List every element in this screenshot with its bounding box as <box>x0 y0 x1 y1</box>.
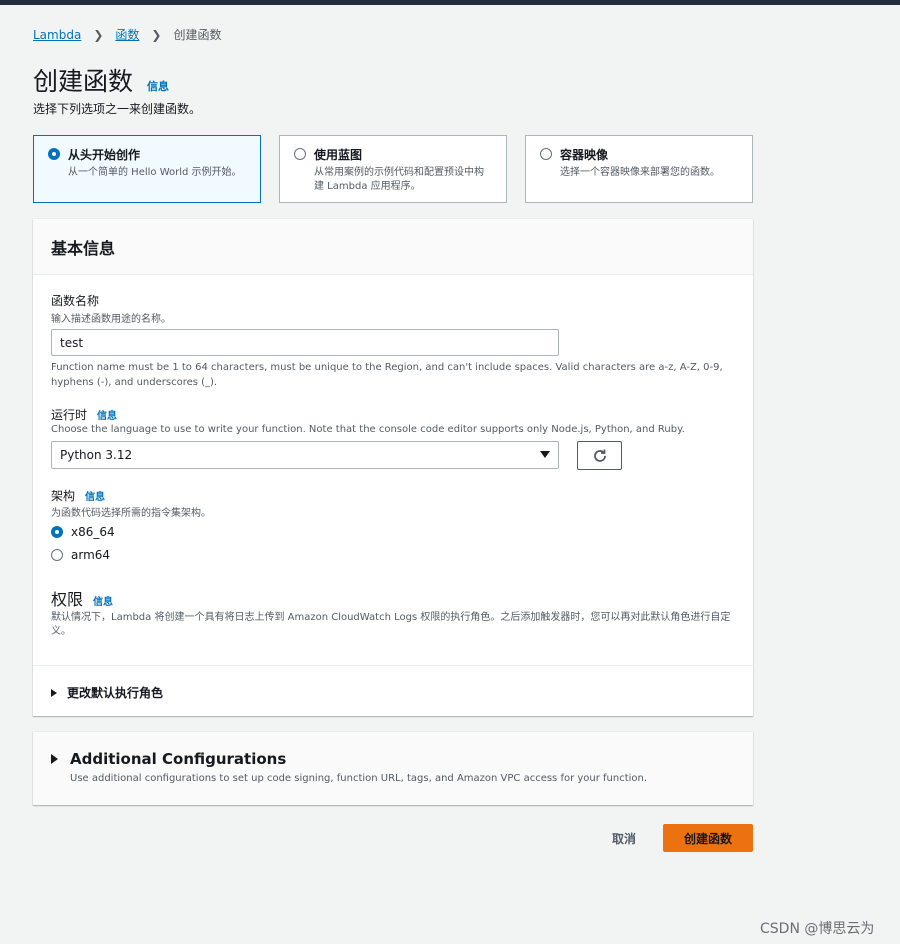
breadcrumb-lambda-link[interactable]: Lambda <box>33 28 81 42</box>
option-desc: 从常用案例的示例代码和配置预设中构建 Lambda 应用程序。 <box>314 167 484 192</box>
label-text: 函数名称 <box>51 294 100 308</box>
function-name-desc: 输入描述函数用途的名称。 <box>51 314 171 325</box>
radio-unselected-icon[interactable] <box>294 148 306 160</box>
expander-label: 更改默认执行角色 <box>67 686 164 700</box>
additional-desc: Use additional configurations to set up … <box>70 773 648 784</box>
permissions-title: 权限 <box>51 590 84 609</box>
runtime-value: Python 3.12 <box>60 448 133 462</box>
runtime-select[interactable]: Python 3.12 <box>51 441 559 469</box>
page-description: 选择下列选项之一来创建函数。 <box>33 102 202 116</box>
refresh-icon <box>593 449 606 462</box>
permissions-desc: 默认情况下，Lambda 将创建一个具有将日志上传到 Amazon CloudW… <box>51 612 731 637</box>
arch-option-arm64[interactable]: arm64 <box>51 548 110 562</box>
additional-configurations-panel[interactable]: Additional Configurations Use additional… <box>33 732 753 805</box>
option-desc: 从一个简单的 Hello World 示例开始。 <box>68 167 242 178</box>
option-title: 使用蓝图 <box>314 148 363 162</box>
function-name-input[interactable] <box>51 329 559 356</box>
page-title: 创建函数 <box>33 67 134 96</box>
radio-unselected-icon[interactable] <box>51 549 63 561</box>
refresh-button[interactable] <box>577 441 622 470</box>
label-text: 运行时 <box>51 408 88 422</box>
option-author-from-scratch[interactable]: 从头开始创作 从一个简单的 Hello World 示例开始。 <box>33 135 261 203</box>
divider <box>33 665 753 666</box>
radio-unselected-icon[interactable] <box>540 148 552 160</box>
option-title: 容器映像 <box>560 148 609 162</box>
arch-option-label: arm64 <box>71 548 111 562</box>
runtime-desc: Choose the language to use to write your… <box>51 424 685 435</box>
option-title: 从头开始创作 <box>68 148 141 162</box>
option-container-image[interactable]: 容器映像 选择一个容器映像来部署您的函数。 <box>525 135 753 203</box>
additional-title: Additional Configurations <box>70 750 287 768</box>
chevron-right-icon: ❯ <box>93 27 104 42</box>
panel-title: 基本信息 <box>51 239 116 258</box>
runtime-info-link[interactable]: 信息 <box>97 407 117 422</box>
caret-down-icon <box>540 451 550 458</box>
watermark: CSDN @博思云为 <box>760 921 875 937</box>
creation-options: 从头开始创作 从一个简单的 Hello World 示例开始。 使用蓝图 从常用… <box>33 135 753 203</box>
arch-option-x86[interactable]: x86_64 <box>51 525 115 539</box>
option-use-blueprint[interactable]: 使用蓝图 从常用案例的示例代码和配置预设中构建 Lambda 应用程序。 <box>279 135 507 203</box>
breadcrumb-functions-link[interactable]: 函数 <box>115 26 139 43</box>
radio-selected-icon[interactable] <box>48 148 60 160</box>
function-name-constraint: Function name must be 1 to 64 characters… <box>51 362 723 388</box>
option-desc: 选择一个容器映像来部署您的函数。 <box>560 167 720 178</box>
change-execution-role-expander[interactable]: 更改默认执行角色 <box>51 684 163 701</box>
architecture-label: 架构 信息 <box>51 487 105 504</box>
permissions-header: 权限 信息 <box>51 586 113 610</box>
architecture-desc: 为函数代码选择所需的指令集架构。 <box>51 508 211 519</box>
page-info-link[interactable]: 信息 <box>147 78 169 94</box>
caret-right-icon <box>51 688 57 697</box>
breadcrumb-current: 创建函数 <box>173 28 222 42</box>
caret-right-icon <box>51 754 58 764</box>
page-header: 创建函数 信息 <box>33 62 169 98</box>
breadcrumb: Lambda ❯ 函数 ❯ 创建函数 <box>33 26 221 43</box>
function-name-label: 函数名称 <box>51 292 99 309</box>
panel-header: 基本信息 <box>33 219 753 275</box>
runtime-label: 运行时 信息 <box>51 406 117 423</box>
top-navigation-bar <box>0 0 900 5</box>
additional-config-expander[interactable]: Additional Configurations <box>51 750 286 768</box>
chevron-right-icon: ❯ <box>151 27 162 42</box>
basic-info-panel: 基本信息 函数名称 输入描述函数用途的名称。 Function name mus… <box>33 219 753 716</box>
permissions-info-link[interactable]: 信息 <box>93 593 113 608</box>
architecture-info-link[interactable]: 信息 <box>85 488 105 503</box>
create-function-button[interactable]: 创建函数 <box>663 824 753 852</box>
label-text: 架构 <box>51 489 76 503</box>
radio-selected-icon[interactable] <box>51 526 63 538</box>
arch-option-label: x86_64 <box>71 525 115 539</box>
cancel-button[interactable]: 取消 <box>598 824 650 852</box>
